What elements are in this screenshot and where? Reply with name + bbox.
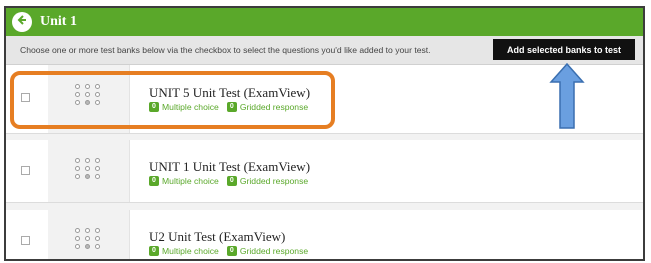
gridded-response-count: 0 [226,176,237,186]
test-bank-row: UNIT 1 Unit Test (ExamView) 0 Multiple ch… [6,140,643,203]
highlight-box [10,71,335,129]
gridded-response-count: 0 [226,246,237,256]
select-checkbox[interactable] [21,166,30,175]
add-selected-banks-button[interactable]: Add selected banks to test [493,39,635,60]
test-bank-row: U2 Unit Test (ExamView) 0 Multiple choice… [6,210,643,259]
instruction-bar: Choose one or more test banks below via … [6,36,643,65]
test-bank-panel: Unit 1 Choose one or more test banks bel… [4,6,645,261]
multiple-choice-count: 0 [149,176,159,186]
back-arrow-icon [16,13,28,31]
bank-title[interactable]: UNIT 1 Unit Test (ExamView) [149,159,310,175]
back-button[interactable] [12,12,32,32]
gridded-response-label: Gridded response [239,246,309,256]
page-title: Unit 1 [40,14,77,29]
multiple-choice-label: Multiple choice [162,176,219,186]
question-grid-cell [48,140,130,202]
gridded-response-label: Gridded response [239,176,309,186]
instruction-text: Choose one or more test banks below via … [20,45,431,55]
question-grid-icon [72,157,102,181]
question-grid-icon [72,227,102,251]
header-bar: Unit 1 [6,8,643,36]
question-grid-cell [48,210,130,259]
up-arrow-annotation [549,62,585,129]
question-types: 0 Multiple choice 0 Gridded response [149,246,316,256]
bank-title[interactable]: U2 Unit Test (ExamView) [149,229,285,245]
multiple-choice-label: Multiple choice [162,246,219,256]
question-types: 0 Multiple choice 0 Gridded response [149,176,316,186]
multiple-choice-count: 0 [149,246,159,256]
select-checkbox[interactable] [21,236,30,245]
